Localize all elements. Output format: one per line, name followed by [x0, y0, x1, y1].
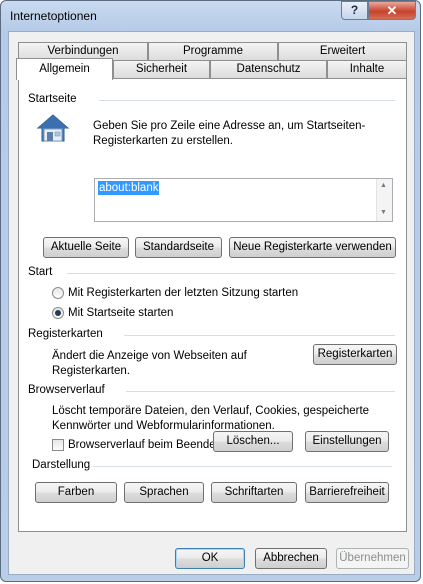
registerkarten-description-line1: Ändert die Anzeige von Webseiten auf	[52, 350, 247, 362]
ok-button[interactable]: OK	[175, 548, 245, 569]
registerkarten-description-line2: Registerkarten.	[52, 365, 130, 377]
startseite-description-line2: Registerkarten zu erstellen.	[93, 135, 233, 147]
group-divider	[124, 335, 395, 336]
last-session-label[interactable]: Mit Registerkarten der letzten Sitzung s…	[68, 286, 298, 300]
window-title: Internetoptionen	[10, 9, 97, 23]
group-divider	[126, 391, 395, 392]
group-divider	[67, 273, 395, 274]
fonts-button[interactable]: Schriftarten	[211, 482, 297, 503]
homepage-radio-label[interactable]: Mit Startseite starten	[68, 306, 173, 320]
homepage-url-textarea[interactable]: about:blank ▲ ▼	[94, 178, 393, 222]
registerkarten-heading: Registerkarten	[28, 328, 103, 340]
radio-selected-dot	[55, 310, 61, 316]
colors-button[interactable]: Farben	[35, 482, 117, 503]
group-divider	[93, 466, 392, 467]
default-page-button[interactable]: Standardseite	[135, 237, 222, 258]
delete-on-exit-checkbox[interactable]	[52, 439, 64, 451]
title-bar[interactable]: Internetoptionen ? ✕	[1, 1, 420, 31]
tab-datenschutz[interactable]: Datenschutz	[210, 60, 327, 78]
accessibility-button[interactable]: Barrierefreiheit	[305, 482, 389, 503]
help-button[interactable]: ?	[341, 1, 368, 20]
scroll-down-icon[interactable]: ▼	[380, 209, 387, 216]
scroll-up-icon[interactable]: ▲	[380, 182, 387, 189]
new-tab-page-button[interactable]: Neue Registerkarte verwenden	[229, 237, 396, 258]
start-heading: Start	[28, 266, 53, 278]
group-divider	[99, 100, 395, 101]
textarea-scrollbar[interactable]: ▲ ▼	[376, 179, 392, 221]
tab-erweitert[interactable]: Erweitert	[278, 42, 407, 60]
history-settings-button[interactable]: Einstellungen	[305, 431, 389, 452]
darstellung-heading: Darstellung	[32, 459, 91, 471]
delete-history-button[interactable]: Löschen...	[213, 431, 293, 452]
startseite-heading: Startseite	[28, 93, 77, 105]
browserverlauf-heading: Browserverlauf	[28, 384, 105, 396]
close-button[interactable]: ✕	[368, 1, 416, 20]
homepage-url-value: about:blank	[98, 181, 160, 195]
home-icon	[36, 114, 70, 142]
browserverlauf-description-line1: Löscht temporäre Dateien, den Verlauf, C…	[52, 405, 370, 417]
cancel-button[interactable]: Abbrechen	[255, 548, 327, 569]
homepage-radio[interactable]	[52, 307, 64, 319]
startseite-description-line1: Geben Sie pro Zeile eine Adresse an, um …	[93, 120, 366, 132]
tab-programme[interactable]: Programme	[148, 42, 278, 60]
tab-sicherheit[interactable]: Sicherheit	[113, 60, 210, 78]
languages-button[interactable]: Sprachen	[124, 482, 204, 503]
tab-allgemein[interactable]: Allgemein	[16, 58, 113, 80]
dialog-window: Internetoptionen ? ✕ Verbindungen Progra…	[0, 0, 421, 582]
current-page-button[interactable]: Aktuelle Seite	[43, 237, 129, 258]
last-session-radio[interactable]	[52, 287, 64, 299]
tab-inhalte[interactable]: Inhalte	[327, 60, 407, 78]
tab-settings-button[interactable]: Registerkarten	[313, 344, 397, 365]
apply-button[interactable]: Übernehmen	[336, 548, 409, 569]
